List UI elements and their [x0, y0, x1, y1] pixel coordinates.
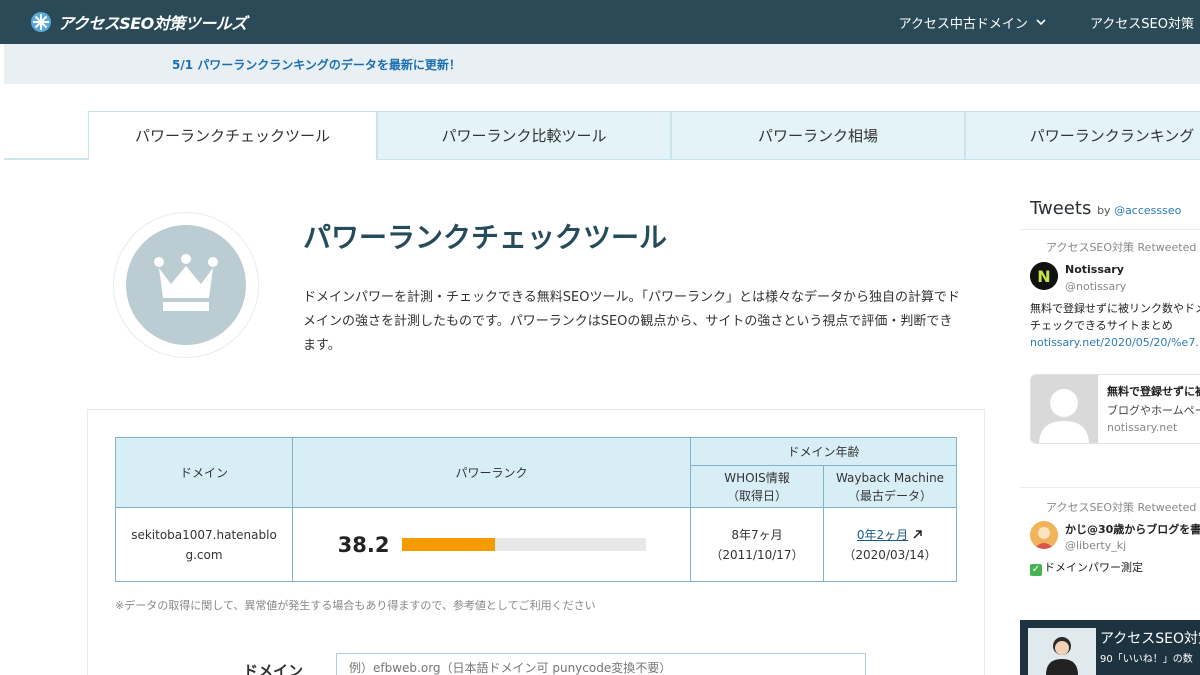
card-domain: notissary.net	[1107, 421, 1178, 434]
tweets-by: by @accessseo	[1097, 204, 1181, 217]
tweet1-text: 無料で登録せずに被リンク数やドメ チェックできるサイトまとめ notissary…	[1030, 300, 1200, 351]
tweets-account-link[interactable]: @accessseo	[1114, 204, 1181, 217]
card-thumbnail	[1031, 375, 1098, 443]
tab-rank-compare[interactable]: パワーランク比較ツール	[377, 111, 671, 160]
top-header: アクセスSEO対策ツールズ アクセス中古ドメイン アクセスSEO対策	[0, 0, 1200, 44]
tweet2-handle[interactable]: @liberty_kj	[1065, 539, 1126, 552]
media-sub: 90「いいね！」の数	[1100, 654, 1193, 665]
notissary-logo-icon: N	[1030, 262, 1058, 290]
tweet1-line1: 無料で登録せずに被リンク数やドメ	[1030, 302, 1200, 315]
site-logo[interactable]: アクセスSEO対策ツールズ	[30, 10, 247, 34]
tweets-header: Tweets by @accessseo	[1030, 198, 1181, 219]
col-wayback-subtitle: （最古データ）	[847, 488, 932, 503]
powerrank-bar	[401, 538, 646, 551]
tweet1-name[interactable]: Notissary	[1065, 263, 1124, 276]
col-powerrank-header: パワーランク	[292, 437, 691, 508]
tweet2-avatar[interactable]	[1030, 521, 1058, 549]
link-card[interactable]: 無料で登録せずに被 ブログやホームペー notissary.net	[1030, 374, 1200, 444]
tool-tabs: パワーランクチェックツール パワーランク比較ツール パワーランク相場 パワーラン…	[4, 111, 1200, 161]
whois-age: 8年7ヶ月	[731, 527, 783, 542]
tab-rank-ranking[interactable]: パワーランクランキング	[965, 111, 1200, 160]
col-wayback-title: Wayback Machine	[835, 470, 945, 485]
tweet1-line2: チェックできるサイトまとめ	[1030, 319, 1173, 332]
media-thumbnail	[1028, 628, 1096, 675]
tweet1-handle[interactable]: @notissary	[1065, 280, 1126, 293]
col-whois-title: WHOIS情報	[724, 470, 790, 485]
person-placeholder-icon	[1039, 389, 1089, 443]
domain-cell: sekitoba1007.hatenablog.com	[115, 507, 293, 582]
data-note: ※データの取得に関して、異常値が発生する場合もあり得ますので、参考値としてご利用…	[115, 599, 596, 612]
logo-snowflake-icon	[31, 12, 51, 32]
tab-rank-ranking-label: パワーランクランキング	[1029, 127, 1195, 145]
powerrank-bar-fill	[401, 538, 495, 551]
powerrank-cell: 38.2	[292, 507, 691, 582]
tweets-title: Tweets	[1030, 198, 1092, 219]
person-photo-icon	[1028, 628, 1096, 675]
nav-used-domain[interactable]: アクセス中古ドメイン	[899, 13, 1046, 32]
notice-text[interactable]: 5/1 パワーランクランキングのデータを最新に更新！	[172, 56, 461, 73]
tweet1-retweeted: アクセスSEO対策 Retweeted	[1046, 241, 1197, 254]
domain-form-label: ドメイン	[243, 662, 304, 675]
col-whois-header: WHOIS情報 （取得日）	[690, 465, 824, 508]
check-mark-icon: ✓	[1030, 564, 1042, 576]
tab-rank-check-label: パワーランクチェックツール	[134, 127, 330, 145]
tweet2-text-value: ドメインパワー測定	[1044, 561, 1143, 574]
domain-value: sekitoba1007.hatenablog.com	[131, 527, 277, 562]
col-whois-subtitle: （取得日）	[726, 488, 787, 503]
wayback-date: （2020/03/14）	[843, 547, 937, 562]
media-title: アクセスSEO対策	[1100, 631, 1200, 647]
power-rank-table: ドメイン パワーランク ドメイン年齢 WHOIS情報 （取得日） Wayback…	[115, 437, 957, 582]
tweet2-name[interactable]: かじ@30歳からブログを書く	[1065, 521, 1200, 537]
tweets-by-word: by	[1097, 204, 1111, 217]
svg-text:N: N	[1037, 267, 1050, 286]
crown-icon	[154, 254, 218, 311]
nav-seo[interactable]: アクセスSEO対策	[1090, 13, 1194, 32]
nav-used-domain-label: アクセス中古ドメイン	[898, 16, 1028, 32]
card-desc: ブログやホームペー	[1107, 404, 1200, 417]
external-link-icon[interactable]	[912, 529, 923, 540]
whois-date: （2011/10/17）	[710, 547, 804, 562]
tweet-divider	[1020, 229, 1200, 230]
tweet-divider	[1020, 487, 1200, 488]
tweet1-link[interactable]: notissary.net/2020/05/20/%e7...	[1030, 336, 1200, 349]
crown-badge	[113, 212, 259, 358]
tweet2-retweeted: アクセスSEO対策 Retweeted	[1046, 501, 1197, 514]
tab-rank-market-label: パワーランク相場	[757, 127, 878, 145]
user-avatar-icon	[1030, 521, 1058, 549]
tab-rank-check[interactable]: パワーランクチェックツール	[88, 111, 377, 161]
chevron-down-icon	[1036, 19, 1046, 26]
nav-seo-label: アクセスSEO対策	[1089, 16, 1194, 32]
col-wayback-header: Wayback Machine （最古データ）	[823, 465, 957, 508]
page-title: パワーランクチェックツール	[303, 221, 668, 254]
tab-rank-compare-label: パワーランク比較ツール	[441, 127, 607, 145]
domain-input[interactable]	[336, 653, 866, 675]
page-description: ドメインパワーを計測・チェックできる無料SEOツール。「パワーランク」とは様々な…	[303, 290, 960, 353]
card-title: 無料で登録せずに被	[1107, 385, 1200, 398]
wayback-age-link[interactable]: 0年2ヶ月	[857, 528, 908, 542]
whois-cell: 8年7ヶ月 （2011/10/17）	[690, 507, 824, 582]
top-nav: アクセス中古ドメイン アクセスSEO対策	[899, 0, 1200, 44]
col-domain-header: ドメイン	[115, 437, 293, 508]
tweet2-text: ✓ ドメインパワー測定	[1030, 559, 1143, 576]
logo-text: アクセスSEO対策ツールズ	[58, 14, 247, 33]
notice-bar: 5/1 パワーランクランキングのデータを最新に更新！	[4, 44, 1200, 84]
col-age-header: ドメイン年齢	[690, 437, 957, 466]
powerrank-score: 38.2	[337, 532, 390, 557]
table-row: sekitoba1007.hatenablog.com 38.2 8年7ヶ月 （…	[115, 507, 957, 582]
tweet-media[interactable]: アクセスSEO対策 90「いいね！」の数	[1020, 620, 1200, 675]
tweet1-avatar[interactable]: N	[1030, 262, 1058, 290]
wayback-cell: 0年2ヶ月 （2020/03/14）	[823, 507, 957, 582]
tab-rank-market[interactable]: パワーランク相場	[671, 111, 965, 160]
